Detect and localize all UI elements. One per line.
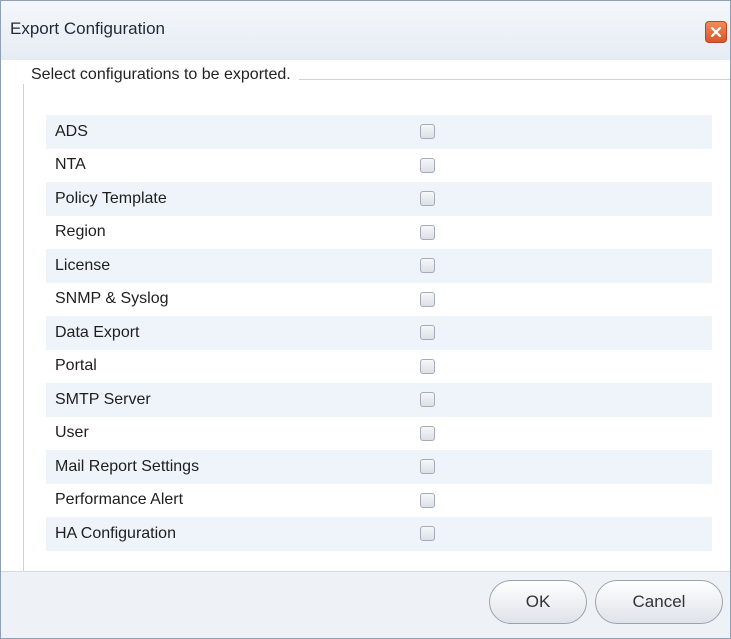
config-row-checkbox[interactable] — [420, 191, 435, 206]
config-row-label: Region — [55, 223, 106, 241]
cancel-button[interactable]: Cancel — [595, 580, 723, 624]
config-row: License — [46, 249, 712, 283]
config-row-label: ADS — [55, 122, 88, 140]
config-row: Portal — [46, 350, 712, 384]
config-row-label: SMTP Server — [55, 390, 151, 408]
config-row: Performance Alert — [46, 484, 712, 518]
config-row-label: Data Export — [55, 323, 140, 341]
config-row: Data Export — [46, 316, 712, 350]
config-row: SMTP Server — [46, 383, 712, 417]
config-row-checkbox[interactable] — [420, 157, 435, 173]
fieldset-legend: Select configurations to be exported. — [23, 66, 299, 84]
config-row-label: User — [55, 424, 89, 442]
config-row-label: Policy Template — [55, 189, 167, 207]
config-row: Mail Report Settings — [46, 450, 712, 484]
config-row: SNMP & Syslog — [46, 283, 712, 317]
config-row-checkbox[interactable] — [420, 358, 435, 374]
config-row: NTA — [46, 149, 712, 183]
config-row-checkbox[interactable] — [420, 124, 435, 139]
dialog-titlebar: Export Configuration — [1, 1, 730, 60]
config-row-checkbox[interactable] — [420, 325, 435, 340]
config-row-checkbox[interactable] — [420, 459, 435, 474]
dialog-footer: OK Cancel — [1, 571, 730, 638]
config-row-checkbox[interactable] — [420, 291, 435, 307]
close-icon — [710, 26, 722, 38]
config-row-checkbox[interactable] — [420, 224, 435, 240]
config-row-checkbox[interactable] — [420, 526, 435, 541]
export-configuration-dialog: Export Configuration Select configuratio… — [0, 0, 731, 639]
config-row-checkbox[interactable] — [420, 392, 435, 407]
config-row: User — [46, 417, 712, 451]
ok-button[interactable]: OK — [489, 580, 587, 624]
config-row-checkbox[interactable] — [420, 425, 435, 441]
close-button[interactable] — [705, 21, 727, 43]
config-row-checkbox[interactable] — [420, 258, 435, 273]
config-row-label: Mail Report Settings — [55, 457, 200, 475]
config-row-checkbox[interactable] — [420, 492, 435, 508]
config-row-label: SNMP & Syslog — [55, 290, 169, 308]
dialog-title: Export Configuration — [10, 19, 165, 38]
config-row-label: NTA — [55, 156, 86, 174]
config-row: ADS — [46, 115, 712, 149]
config-row-label: Performance Alert — [55, 491, 184, 509]
config-row: HA Configuration — [46, 517, 712, 551]
config-row-label: License — [55, 256, 111, 274]
config-row-label: Portal — [55, 357, 97, 375]
config-row: Policy Template — [46, 182, 712, 216]
config-row-label: HA Configuration — [55, 524, 176, 542]
config-row: Region — [46, 216, 712, 250]
config-list: ADS NTA Policy Template Region License SNMP &… — [46, 115, 712, 551]
